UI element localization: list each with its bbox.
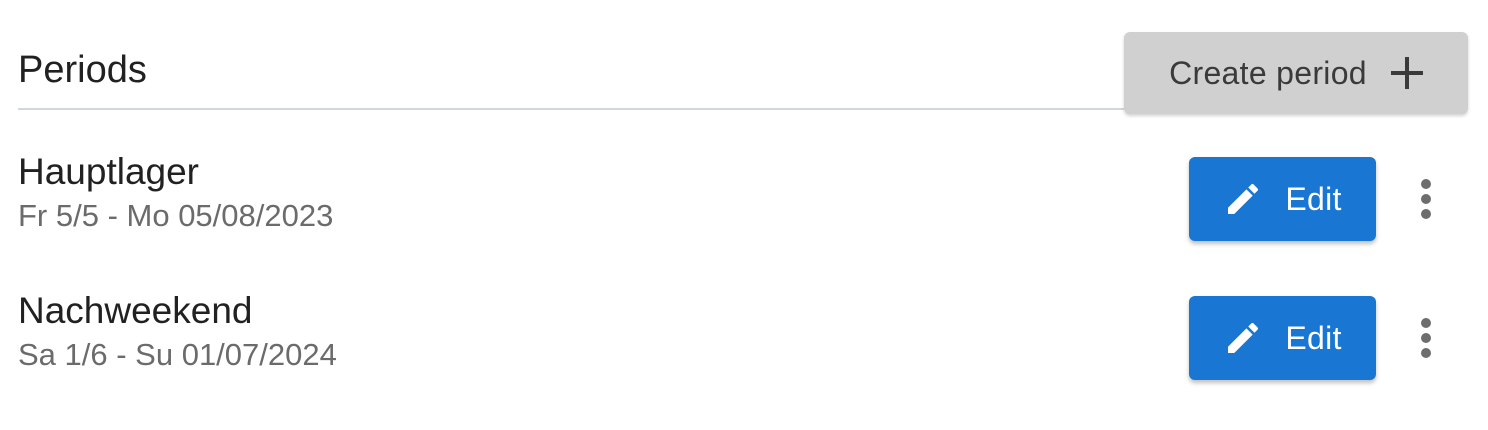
- create-period-button[interactable]: Create period: [1124, 32, 1468, 114]
- period-item: Hauptlager Fr 5/5 - Mo 05/08/2023 Edit: [18, 150, 1468, 250]
- period-dates: Sa 1/6 - Su 01/07/2024: [18, 337, 337, 372]
- period-name: Nachweekend: [18, 290, 253, 331]
- periods-header: Periods Create period: [18, 30, 1468, 114]
- header-divider: [18, 108, 1124, 110]
- pencil-icon: [1223, 318, 1263, 358]
- more-options-button[interactable]: [1406, 157, 1446, 241]
- more-vertical-icon: [1421, 318, 1431, 358]
- plus-icon: [1390, 57, 1423, 89]
- period-name: Hauptlager: [18, 151, 200, 192]
- create-period-label: Create period: [1169, 54, 1367, 91]
- period-dates: Fr 5/5 - Mo 05/08/2023: [18, 198, 334, 233]
- edit-period-button[interactable]: Edit: [1189, 296, 1376, 380]
- periods-panel: Periods Create period Hauptlager Fr 5/5 …: [0, 0, 1488, 430]
- pencil-icon: [1223, 179, 1263, 219]
- edit-label: Edit: [1285, 319, 1342, 356]
- page-title: Periods: [18, 49, 147, 91]
- more-vertical-icon: [1421, 179, 1431, 219]
- edit-period-button[interactable]: Edit: [1189, 157, 1376, 241]
- edit-label: Edit: [1285, 180, 1342, 217]
- period-item: Nachweekend Sa 1/6 - Su 01/07/2024 Edit: [18, 289, 1468, 389]
- more-options-button[interactable]: [1406, 296, 1446, 380]
